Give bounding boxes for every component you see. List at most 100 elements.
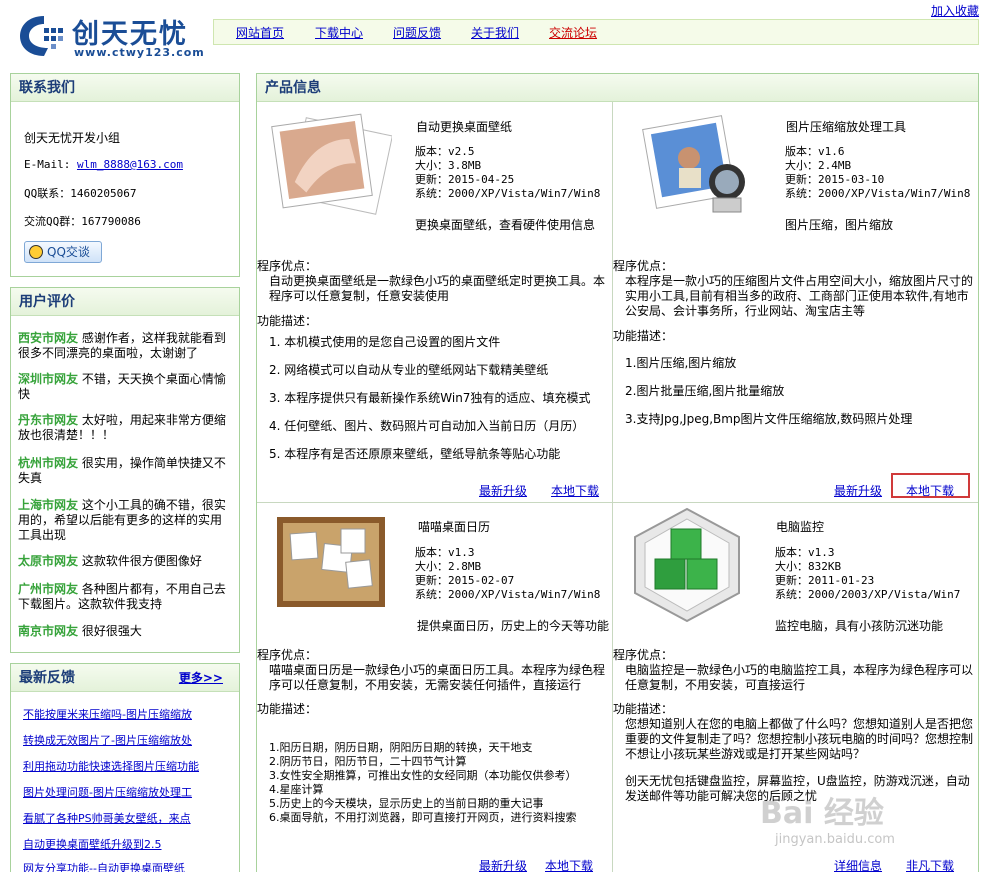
function-item: 2.图片批量压缩,图片批量缩放 bbox=[625, 384, 785, 398]
advantage-title: 程序优点： bbox=[613, 259, 674, 273]
review-author: 南京市网友 bbox=[18, 624, 79, 638]
upgrade-link[interactable]: 最新升级 bbox=[479, 857, 527, 872]
qq-contact: QQ联系：1460205067 bbox=[24, 187, 137, 200]
product-tagline: 图片压缩，图片缩放 bbox=[785, 218, 894, 232]
product-size: 大小：3.8MB bbox=[415, 159, 482, 172]
calendar-product-image bbox=[277, 517, 385, 607]
function-item: 3. 本程序提供只有最新操作系统Win7独有的适应、填充模式 bbox=[269, 391, 591, 405]
product-version: 版本：v1.6 bbox=[785, 145, 845, 158]
product-name: 图片压缩缩放处理工具 bbox=[786, 120, 907, 134]
nav-feedback[interactable]: 问题反馈 bbox=[393, 24, 441, 41]
details-link[interactable]: 详细信息 bbox=[834, 857, 882, 872]
review-author: 杭州市网友 bbox=[18, 456, 79, 470]
nav-about[interactable]: 关于我们 bbox=[471, 24, 519, 41]
image-compress-product-image bbox=[642, 115, 745, 213]
watermark-url: jingyan.baidu.com bbox=[775, 832, 895, 847]
product-name: 电脑监控 bbox=[776, 520, 825, 534]
feedback-box: 最新反馈 更多>> 不能按厘米来压缩吗-图片压缩缩放 转换成无效图片了-图片压缩… bbox=[10, 663, 240, 872]
function-item: 1.图片压缩,图片缩放 bbox=[625, 356, 737, 370]
product-tagline: 更换桌面壁纸，查看硬件使用信息 bbox=[415, 218, 596, 232]
review-item: 广州市网友 各种图片都有，不用自己去下载图片。这款软件我支持 bbox=[18, 582, 232, 612]
product-updated: 更新：2015-04-25 bbox=[415, 173, 515, 186]
function-item: 1. 本机模式使用的是您自己设置的图片文件 bbox=[269, 335, 501, 349]
logo-icon bbox=[20, 16, 63, 56]
feedback-item[interactable]: 网友分享功能--自动更换桌面壁纸 bbox=[23, 860, 185, 872]
product-updated: 更新：2015-02-07 bbox=[415, 574, 515, 587]
email-link[interactable]: wlm_8888@163.com bbox=[77, 158, 183, 171]
email-row: E-Mail: wlm_8888@163.com bbox=[24, 158, 183, 171]
function-item: 5.历史上的今天模块，显示历史上的当前日期的重大记事 bbox=[269, 797, 544, 810]
review-author: 西安市网友 bbox=[18, 331, 79, 345]
advantage-text: 自动更换桌面壁纸是一款绿色小巧的桌面壁纸定时更换工具。本程序可以任意复制，任意安… bbox=[269, 274, 606, 303]
advantage-title: 程序优点： bbox=[257, 648, 318, 662]
function-item: 1.阳历日期，阴历日期，阴阳历日期的转换，天干地支 bbox=[269, 741, 533, 754]
upgrade-link[interactable]: 最新升级 bbox=[834, 482, 882, 499]
watermark: Bai 经验 bbox=[760, 796, 884, 831]
advantage-text: 电脑监控是一款绿色小巧的电脑监控工具，本程序为绿色程序可以任意复制，不用安装，可… bbox=[625, 663, 974, 692]
function-item: 4.星座计算 bbox=[269, 783, 324, 796]
review-item: 太原市网友 这款软件很方便图像好 bbox=[18, 554, 232, 569]
product-updated: 更新：2015-03-10 bbox=[785, 173, 885, 186]
email-label: E-Mail: bbox=[24, 158, 77, 171]
advantage-text: 喵喵桌面日历是一款绿色小巧的桌面日历工具。本程序为绿色程序可以任意复制，不用安装… bbox=[269, 663, 606, 692]
review-item: 南京市网友 很好很强大 bbox=[18, 624, 232, 639]
nav-forum[interactable]: 交流论坛 bbox=[549, 24, 597, 41]
function-item: 3.女性安全期推算，可推出女性的女经同期（本功能仅供参考） bbox=[269, 769, 577, 782]
main-nav: 网站首页 下载中心 问题反馈 关于我们 交流论坛 bbox=[213, 19, 979, 45]
feedback-more-link[interactable]: 更多>> bbox=[179, 664, 223, 692]
nav-home[interactable]: 网站首页 bbox=[236, 24, 284, 41]
product-advantage: 程序优点： 自动更换桌面壁纸是一款绿色小巧的桌面壁纸定时更换工具。本程序可以任意… bbox=[257, 259, 609, 304]
review-author: 丹东市网友 bbox=[18, 413, 79, 427]
product-tagline: 监控电脑，具有小孩防沉迷功能 bbox=[775, 619, 944, 633]
upgrade-link[interactable]: 最新升级 bbox=[479, 482, 527, 499]
function-item: 2.阴历节日，阳历节日，二十四节气计算 bbox=[269, 755, 467, 768]
review-text: 很好很强大 bbox=[81, 624, 142, 638]
product-updated: 更新：2011-01-23 bbox=[775, 574, 875, 587]
product-name: 自动更换桌面壁纸 bbox=[416, 120, 513, 134]
download-link[interactable]: 本地下载 bbox=[545, 857, 593, 872]
product-tagline: 提供桌面日历，历史上的今天等功能 bbox=[417, 619, 610, 633]
reviews-title: 用户评价 bbox=[11, 288, 239, 316]
review-author: 太原市网友 bbox=[18, 554, 79, 568]
advantage-text: 本程序是一款小巧的压缩图片文件占用空间大小，缩放图片尺寸的实用小工具,目前有相当… bbox=[625, 274, 974, 318]
product-name: 喵喵桌面日历 bbox=[418, 520, 491, 534]
feedback-item[interactable]: 利用拖动功能快速选择图片压缩功能 bbox=[23, 758, 199, 774]
highlight-box bbox=[891, 473, 970, 498]
wallpaper-product-image bbox=[271, 113, 392, 215]
review-author: 深圳市网友 bbox=[18, 372, 79, 386]
download-link[interactable]: 本地下载 bbox=[551, 482, 599, 499]
function-item: 2. 网络模式可以自动从专业的壁纸网站下载精美壁纸 bbox=[269, 363, 549, 377]
function-title: 功能描述： bbox=[257, 702, 318, 716]
product-functions: 功能描述： 1.阳历日期，阴历日期，阴阳历日期的转换，天干地支 2.阴历节日，阳… bbox=[257, 702, 609, 825]
function-item: 您想知道别人在您的电脑上都做了什么吗？您想知道别人是否把您重要的文件复制走了吗？… bbox=[625, 717, 974, 761]
review-author: 广州市网友 bbox=[18, 582, 79, 596]
product-system: 系统：2000/2003/XP/Vista/Win7 bbox=[775, 588, 961, 601]
feedback-item[interactable]: 看腻了各种PS帅哥美女壁纸，来点 bbox=[23, 810, 191, 826]
product-card-wallpaper: 自动更换桌面壁纸 版本：v2.5 大小：3.8MB 更新：2015-04-25 … bbox=[257, 102, 612, 502]
download-link[interactable]: 非凡下载 bbox=[906, 857, 954, 872]
nav-downloads[interactable]: 下载中心 bbox=[315, 24, 363, 41]
review-author: 上海市网友 bbox=[18, 498, 79, 512]
review-item: 西安市网友 感谢作者，这样我就能看到很多不同漂亮的桌面啦，太谢谢了 bbox=[18, 331, 232, 361]
qq-chat-button[interactable]: QQ交谈 bbox=[24, 241, 102, 263]
product-size: 大小：2.4MB bbox=[785, 159, 852, 172]
product-card-desktop-calendar: 喵喵桌面日历 版本：v1.3 大小：2.8MB 更新：2015-02-07 系统… bbox=[257, 503, 612, 872]
function-title: 功能描述： bbox=[613, 329, 674, 343]
feedback-item[interactable]: 图片处理问题-图片压缩缩放处理工 bbox=[23, 784, 192, 800]
add-favorite-link[interactable]: 加入收藏 bbox=[931, 2, 979, 19]
team-name: 创天无忧开发小组 bbox=[24, 131, 121, 145]
reviews-box: 用户评价 西安市网友 感谢作者，这样我就能看到很多不同漂亮的桌面啦，太谢谢了 深… bbox=[10, 287, 240, 653]
site-logo[interactable]: 创天无忧 www.ctwy123.com bbox=[14, 10, 214, 62]
qq-chat-label: QQ交谈 bbox=[47, 245, 90, 259]
review-item: 杭州市网友 很实用，操作简单快捷又不失真 bbox=[18, 456, 232, 486]
product-advantage: 程序优点： 电脑监控是一款绿色小巧的电脑监控工具，本程序为绿色程序可以任意复制，… bbox=[613, 648, 975, 693]
review-item: 丹东市网友 太好啦，用起来非常方便缩放也很清楚！！！ bbox=[18, 413, 232, 443]
logo-url: www.ctwy123.com bbox=[74, 46, 205, 59]
feedback-item[interactable]: 自动更换桌面壁纸升级到2.5 bbox=[23, 836, 162, 852]
feedback-item[interactable]: 转换成无效图片了-图片压缩缩放处 bbox=[23, 732, 192, 748]
header: 创天无忧 www.ctwy123.com 加入收藏 网站首页 下载中心 问题反馈… bbox=[0, 0, 993, 68]
contact-title: 联系我们 bbox=[11, 74, 239, 102]
product-functions: 功能描述： 1.图片压缩,图片缩放 2.图片批量压缩,图片批量缩放 3.支持Jp… bbox=[613, 329, 965, 427]
advantage-title: 程序优点： bbox=[613, 648, 674, 662]
feedback-item[interactable]: 不能按厘米来压缩吗-图片压缩缩放 bbox=[23, 706, 192, 722]
